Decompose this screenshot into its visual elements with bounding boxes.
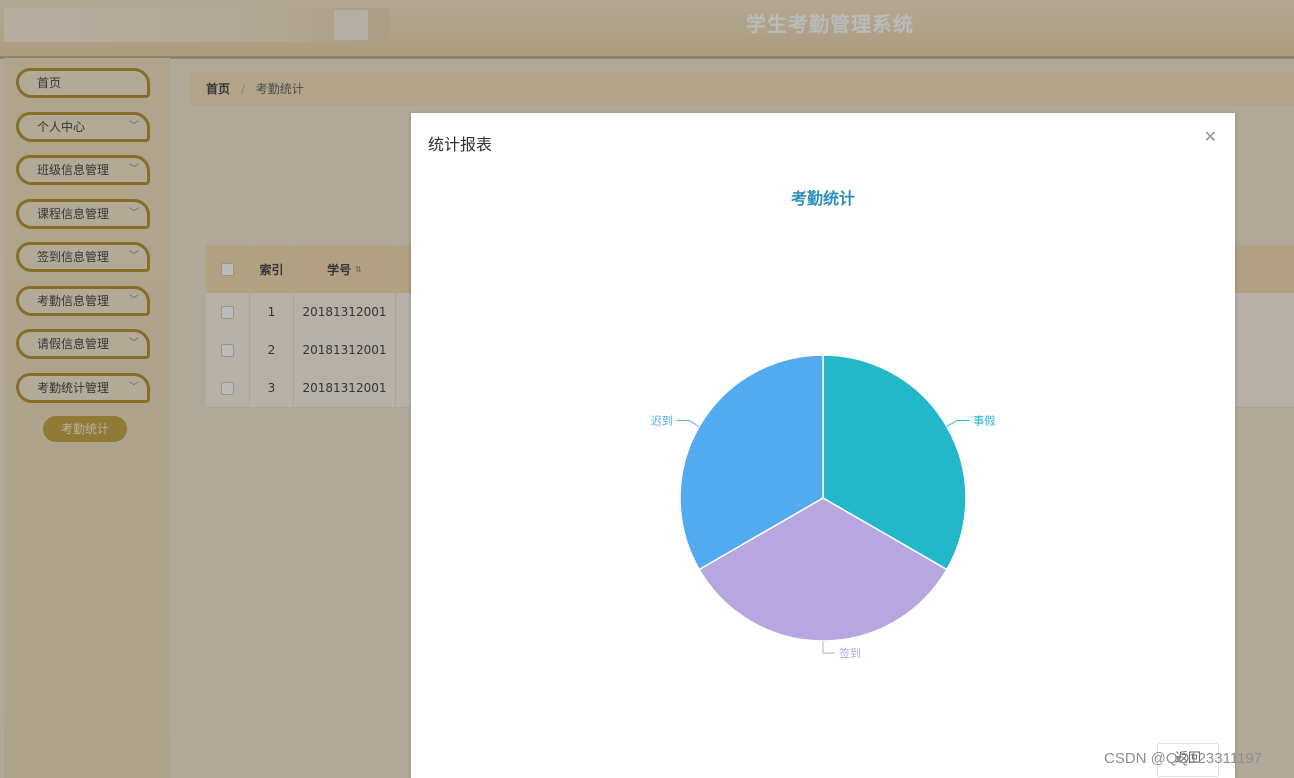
pie-chart: 事假签到 迟到 [651, 354, 995, 660]
pie-label-2: 迟到 [651, 415, 673, 428]
pie-label-line-0 [946, 420, 970, 427]
pie-label-1: 签到 [839, 646, 861, 660]
stats-report-dialog: 统计报表 ✕ 考勤统计 事假 签到 迟到 返回 [411, 113, 1235, 778]
pie-label-line-1 [822, 641, 835, 654]
pie-label-0: 事假 [973, 414, 995, 428]
pie-label-line-2 [676, 420, 700, 427]
watermark: CSDN @QQ123311197 [1104, 750, 1263, 767]
